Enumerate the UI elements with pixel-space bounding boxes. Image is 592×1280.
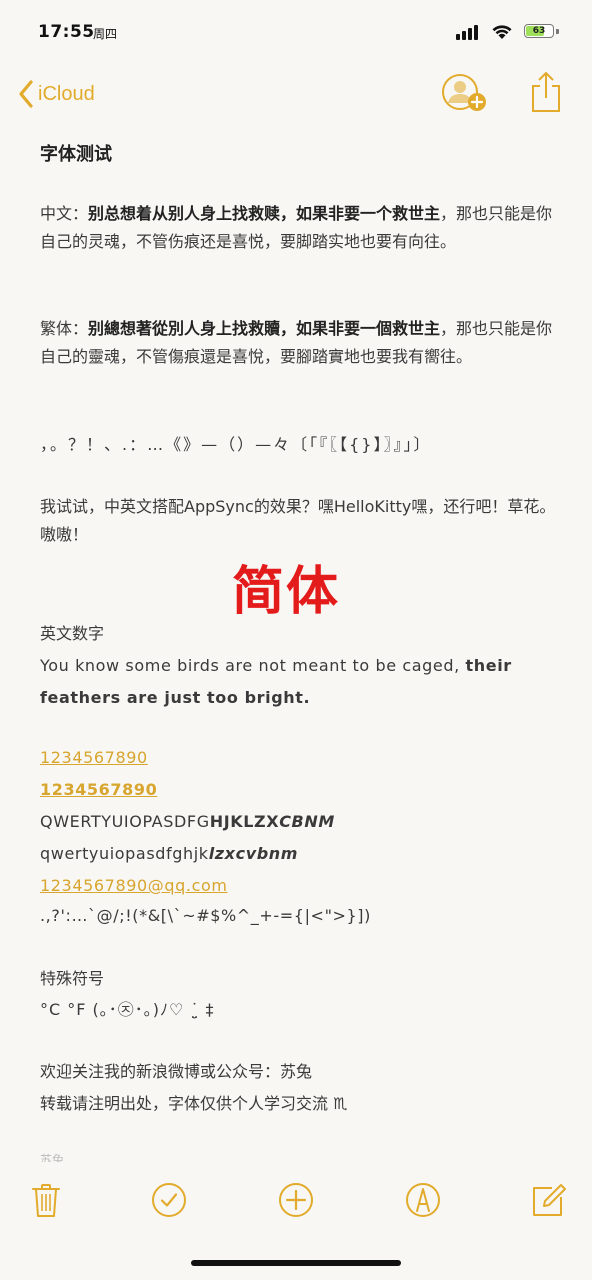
battery-icon: 63 [524,24,554,38]
add-people-icon [442,74,486,111]
watermark-label: 简体 [232,562,341,622]
delete-button[interactable] [30,1182,62,1222]
checklist-icon [152,1183,186,1217]
compose-icon [533,1184,566,1216]
chevron-left-icon [19,80,33,108]
add-icon [279,1183,313,1217]
special-chars[interactable]: °C °F (｡･㉨･｡)ﾉ♡ ˙̤̮ ‡ [40,996,560,1024]
note-title: 字体测试 [40,144,112,165]
nav-bar: iCloud [0,62,592,126]
notice-line[interactable]: 转载请注明出处，字体仅供个人学习交流 ♏︎ [40,1090,560,1118]
punctuation-line[interactable]: ，。？！、.：…《》—（）—々〔「『〖【{}】〗』」〕 [40,431,560,459]
uppercase-italic: CBNM [279,812,335,831]
lowercase-plain: qwertyuiopasdfghjk [40,844,209,863]
wifi-icon [492,25,512,39]
email-link[interactable]: 1234567890@qq.com [40,876,228,895]
paragraph-simplified[interactable]: 中文：别总想着从别人身上找救赎，如果非要一个救世主，那也只能是你自己的灵魂，不管… [40,200,560,256]
markup-icon [406,1183,440,1217]
number-line-2[interactable]: 1234567890 [40,776,560,804]
label-simplified: 中文： [40,204,89,223]
status-day: 周四 [93,27,118,41]
bold-text-simplified: 别总想着从别人身上找救赎，如果非要一个救世主 [88,204,441,223]
special-heading[interactable]: 特殊符号 [40,965,560,993]
markup-button[interactable] [405,1182,441,1222]
label-traditional: 繁体： [40,319,89,338]
home-indicator[interactable] [191,1260,401,1266]
en-heading[interactable]: 英文数字 [40,620,560,648]
battery-percent: 63 [532,26,546,36]
share-button[interactable] [528,70,564,118]
checklist-button[interactable] [151,1182,187,1222]
back-label: iCloud [38,82,95,105]
number-link-1[interactable]: 1234567890 [40,748,148,767]
follow-line[interactable]: 欢迎关注我的新浪微博或公众号：苏兔 [40,1058,560,1086]
uppercase-line[interactable]: QWERTYUIOPASDFGHJKLZXCBNM [40,808,560,836]
share-icon [532,71,560,112]
english-plain: You know some birds are not meant to be … [40,656,466,675]
number-link-2[interactable]: 1234567890 [40,780,157,799]
bold-text-traditional: 别總想著從別人身上找救贖，如果非要一個救世主 [88,319,441,338]
battery-cap [556,29,559,34]
english-sentence[interactable]: You know some birds are not meant to be … [40,650,560,714]
symbols-line[interactable]: .,?':…`@/;!(*&[\`~#$%^_+-={|<">}]) [40,902,560,930]
trash-icon [32,1184,60,1217]
add-button[interactable] [278,1182,314,1222]
email-line[interactable]: 1234567890@qq.com [40,872,560,900]
uppercase-bold: HJKLZX [209,812,280,831]
signal-icon [456,25,478,40]
back-button[interactable]: iCloud [18,76,95,112]
status-time: 17:55 [38,22,95,42]
lowercase-italic: lzxcvbnm [208,844,299,863]
lowercase-line[interactable]: qwertyuiopasdfghjklzxcvbnm [40,840,560,868]
status-bar: 17:55 周四 63 [0,0,592,62]
mixed-text[interactable]: 我试试，中英文搭配AppSync的效果？嘿HelloKitty嘿，还行吧！草花。… [40,493,560,549]
add-people-button[interactable] [440,72,488,118]
paragraph-traditional[interactable]: 繁体：别總想著從別人身上找救贖，如果非要一個救世主，那也只能是你自己的靈魂，不管… [40,315,560,371]
bottom-toolbar [0,1170,592,1230]
number-line-1[interactable]: 1234567890 [40,744,560,772]
uppercase-plain: QWERTYUIOPASDFG [40,812,210,831]
cut-off-line: 苏兔 [40,1153,65,1162]
compose-button[interactable] [530,1182,568,1222]
